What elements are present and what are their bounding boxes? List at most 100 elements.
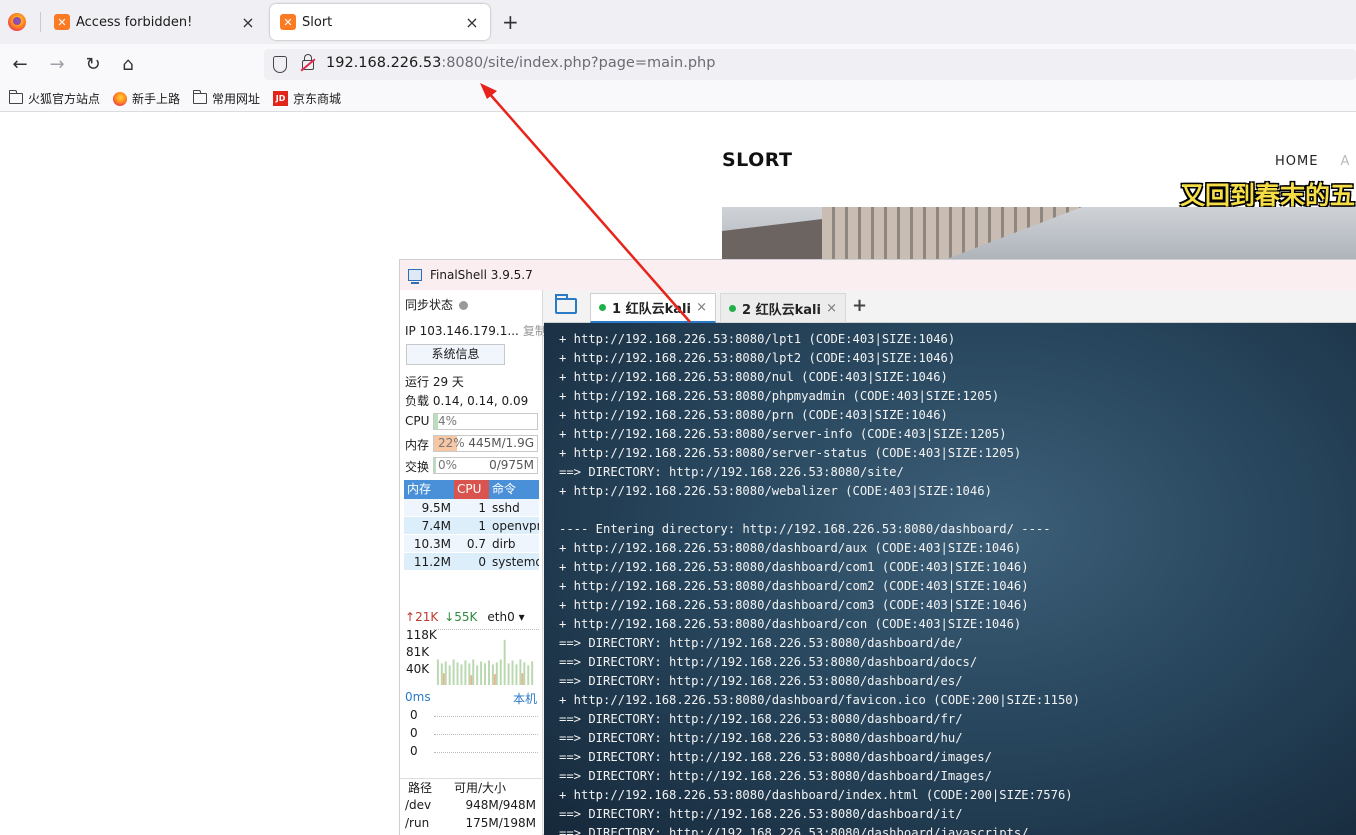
- cpu-percent: 4%: [438, 414, 458, 428]
- back-button[interactable]: ←: [9, 54, 31, 75]
- mem-percent: 22%: [438, 436, 465, 450]
- session-tab-1[interactable]: 1 红队云kali ×: [590, 293, 716, 323]
- process-command: systemd: [492, 555, 539, 569]
- url-host: 192.168.226.53: [326, 55, 442, 71]
- net-axis-label: 118K: [406, 628, 437, 642]
- latency-gridline: [434, 752, 538, 753]
- process-row[interactable]: 11.2M 0 systemd: [404, 553, 539, 571]
- nav-about-link[interactable]: A: [1340, 154, 1350, 169]
- latency-host[interactable]: 本机: [513, 690, 537, 707]
- session-label: 1 红队云kali: [612, 302, 691, 317]
- folder-icon: [192, 90, 208, 104]
- col-cmd-header[interactable]: 命令: [489, 480, 539, 499]
- nav-home-link[interactable]: HOME: [1275, 154, 1318, 169]
- terminal-line: + http://192.168.226.53:8080/dashboard/c…: [559, 579, 1029, 593]
- process-command: sshd: [492, 501, 520, 515]
- url-text[interactable]: 192.168.226.53:8080/site/index.php?page=…: [326, 55, 715, 71]
- disk-rows: /dev948M/948M/run175M/198M/17.1G/28.4G/d…: [400, 796, 542, 835]
- session-tab-2[interactable]: 2 红队云kali ×: [720, 293, 846, 323]
- open-folder-icon[interactable]: [555, 294, 577, 314]
- process-command: dirb: [492, 537, 516, 551]
- upload-speed: ↑21K: [405, 610, 439, 624]
- url-path: :8080/site/index.php?page=main.php: [441, 55, 716, 71]
- tab-title: Slort: [302, 14, 333, 30]
- finalshell-window: FinalShell 3.9.5.7 同步状态 IP 103.146.179.1…: [399, 259, 1356, 835]
- site-logo[interactable]: SLORT: [722, 149, 793, 171]
- process-row[interactable]: 10.3M 0.7 dirb: [404, 535, 539, 553]
- terminal-line: + http://192.168.226.53:8080/phpmyadmin …: [559, 389, 1000, 403]
- bookmark-label: 京东商城: [293, 92, 342, 106]
- shield-icon[interactable]: [273, 56, 287, 73]
- system-info-button[interactable]: 系统信息: [406, 344, 505, 365]
- network-row: ↑21K ↓55K eth0 ▾: [405, 610, 539, 624]
- forward-button[interactable]: →: [46, 54, 68, 75]
- new-tab-button[interactable]: +: [502, 10, 519, 34]
- latency-gridline: [434, 716, 538, 717]
- address-bar[interactable]: 192.168.226.53:8080/site/index.php?page=…: [264, 49, 1356, 80]
- chevron-down-icon: ▾: [518, 610, 525, 624]
- terminal-line: ==> DIRECTORY: http://192.168.226.53:808…: [559, 655, 978, 669]
- disk-table-header: 路径 可用/大小: [400, 778, 542, 796]
- terminal-line: + http://192.168.226.53:8080/dashboard/c…: [559, 598, 1029, 612]
- cpu-meter: 4%: [433, 413, 538, 430]
- bookmark-label: 常用网址: [212, 92, 261, 106]
- network-traffic-graph: [434, 629, 539, 685]
- close-session-icon[interactable]: ×: [826, 301, 837, 316]
- add-session-button[interactable]: +: [852, 295, 867, 316]
- bookmark-firefox-official[interactable]: 火狐官方站点: [8, 90, 100, 107]
- process-command: openvpn: [492, 519, 539, 533]
- latency-value: 0: [410, 744, 418, 758]
- jd-icon: JD: [273, 91, 289, 106]
- bookmark-getting-started[interactable]: 新手上路: [113, 90, 180, 107]
- disk-table: 路径 可用/大小 /dev948M/948M/run175M/198M/17.1…: [400, 778, 542, 835]
- tab-separator: [40, 12, 41, 32]
- close-session-icon[interactable]: ×: [696, 300, 707, 315]
- insecure-lock-icon[interactable]: [302, 54, 314, 70]
- terminal-line: ==> DIRECTORY: http://192.168.226.53:808…: [559, 712, 963, 726]
- finalshell-titlebar[interactable]: FinalShell 3.9.5.7: [400, 260, 1356, 290]
- terminal-line: ==> DIRECTORY: http://192.168.226.53:808…: [559, 807, 963, 821]
- tab-access-forbidden[interactable]: ✕ Access forbidden! ×: [44, 4, 266, 40]
- disk-size: 175M/198M: [465, 816, 536, 830]
- terminal-line: + http://192.168.226.53:8080/dashboard/c…: [559, 560, 1029, 574]
- disk-row[interactable]: /run 175M/198M: [400, 814, 542, 832]
- xampp-icon: ✕: [280, 14, 296, 30]
- finalshell-app-icon: [408, 269, 422, 284]
- process-mem: 10.3M: [413, 537, 451, 551]
- download-speed: ↓55K: [444, 610, 478, 624]
- firefox-icon[interactable]: [8, 13, 26, 31]
- bookmark-jd-mall[interactable]: JD 京东商城: [273, 90, 341, 107]
- col-mem-header[interactable]: 内存: [404, 480, 454, 499]
- terminal-line: ==> DIRECTORY: http://192.168.226.53:808…: [559, 826, 1029, 835]
- process-row[interactable]: 7.4M 1 openvpn: [404, 517, 539, 535]
- bookmark-common-sites[interactable]: 常用网址: [192, 90, 261, 107]
- terminal-line: + http://192.168.226.53:8080/nul (CODE:4…: [559, 370, 948, 384]
- terminal-line: ==> DIRECTORY: http://192.168.226.53:808…: [559, 750, 992, 764]
- close-tab-icon[interactable]: ×: [464, 13, 480, 32]
- close-tab-icon[interactable]: ×: [240, 13, 256, 32]
- terminal-line: ==> DIRECTORY: http://192.168.226.53:808…: [559, 636, 963, 650]
- home-button[interactable]: ⌂: [117, 54, 139, 75]
- swap-amount: 0/975M: [489, 458, 534, 472]
- net-axis-label: 81K: [406, 645, 430, 659]
- terminal-line: + http://192.168.226.53:8080/dashboard/a…: [559, 541, 1022, 555]
- col-cpu-header[interactable]: CPU: [454, 480, 489, 499]
- swap-meter: 0% 0/975M: [433, 457, 538, 474]
- sync-status: 同步状态: [405, 296, 469, 313]
- tab-slort[interactable]: ✕ Slort ×: [270, 4, 490, 40]
- process-row[interactable]: 9.5M 1 sshd: [404, 499, 539, 517]
- interface-select[interactable]: eth0 ▾: [487, 610, 524, 624]
- process-cpu: 1: [478, 501, 486, 515]
- process-table-header: 内存 CPU 命令: [404, 480, 539, 499]
- reload-button[interactable]: ↻: [82, 54, 104, 75]
- disk-row[interactable]: /dev 948M/948M: [400, 796, 542, 814]
- swap-label: 交换: [405, 460, 430, 474]
- terminal-line: + http://192.168.226.53:8080/webalizer (…: [559, 484, 992, 498]
- terminal-line: + http://192.168.226.53:8080/server-stat…: [559, 446, 1022, 460]
- latency-row: 0ms 本机: [405, 690, 539, 707]
- terminal-line: + http://192.168.226.53:8080/lpt1 (CODE:…: [559, 332, 956, 346]
- sync-status-dot-icon: [459, 301, 469, 310]
- window-title: FinalShell 3.9.5.7: [430, 268, 533, 282]
- uptime: 运行 29 天: [405, 375, 464, 389]
- terminal-output[interactable]: + http://192.168.226.53:8080/lpt1 (CODE:…: [544, 323, 1356, 835]
